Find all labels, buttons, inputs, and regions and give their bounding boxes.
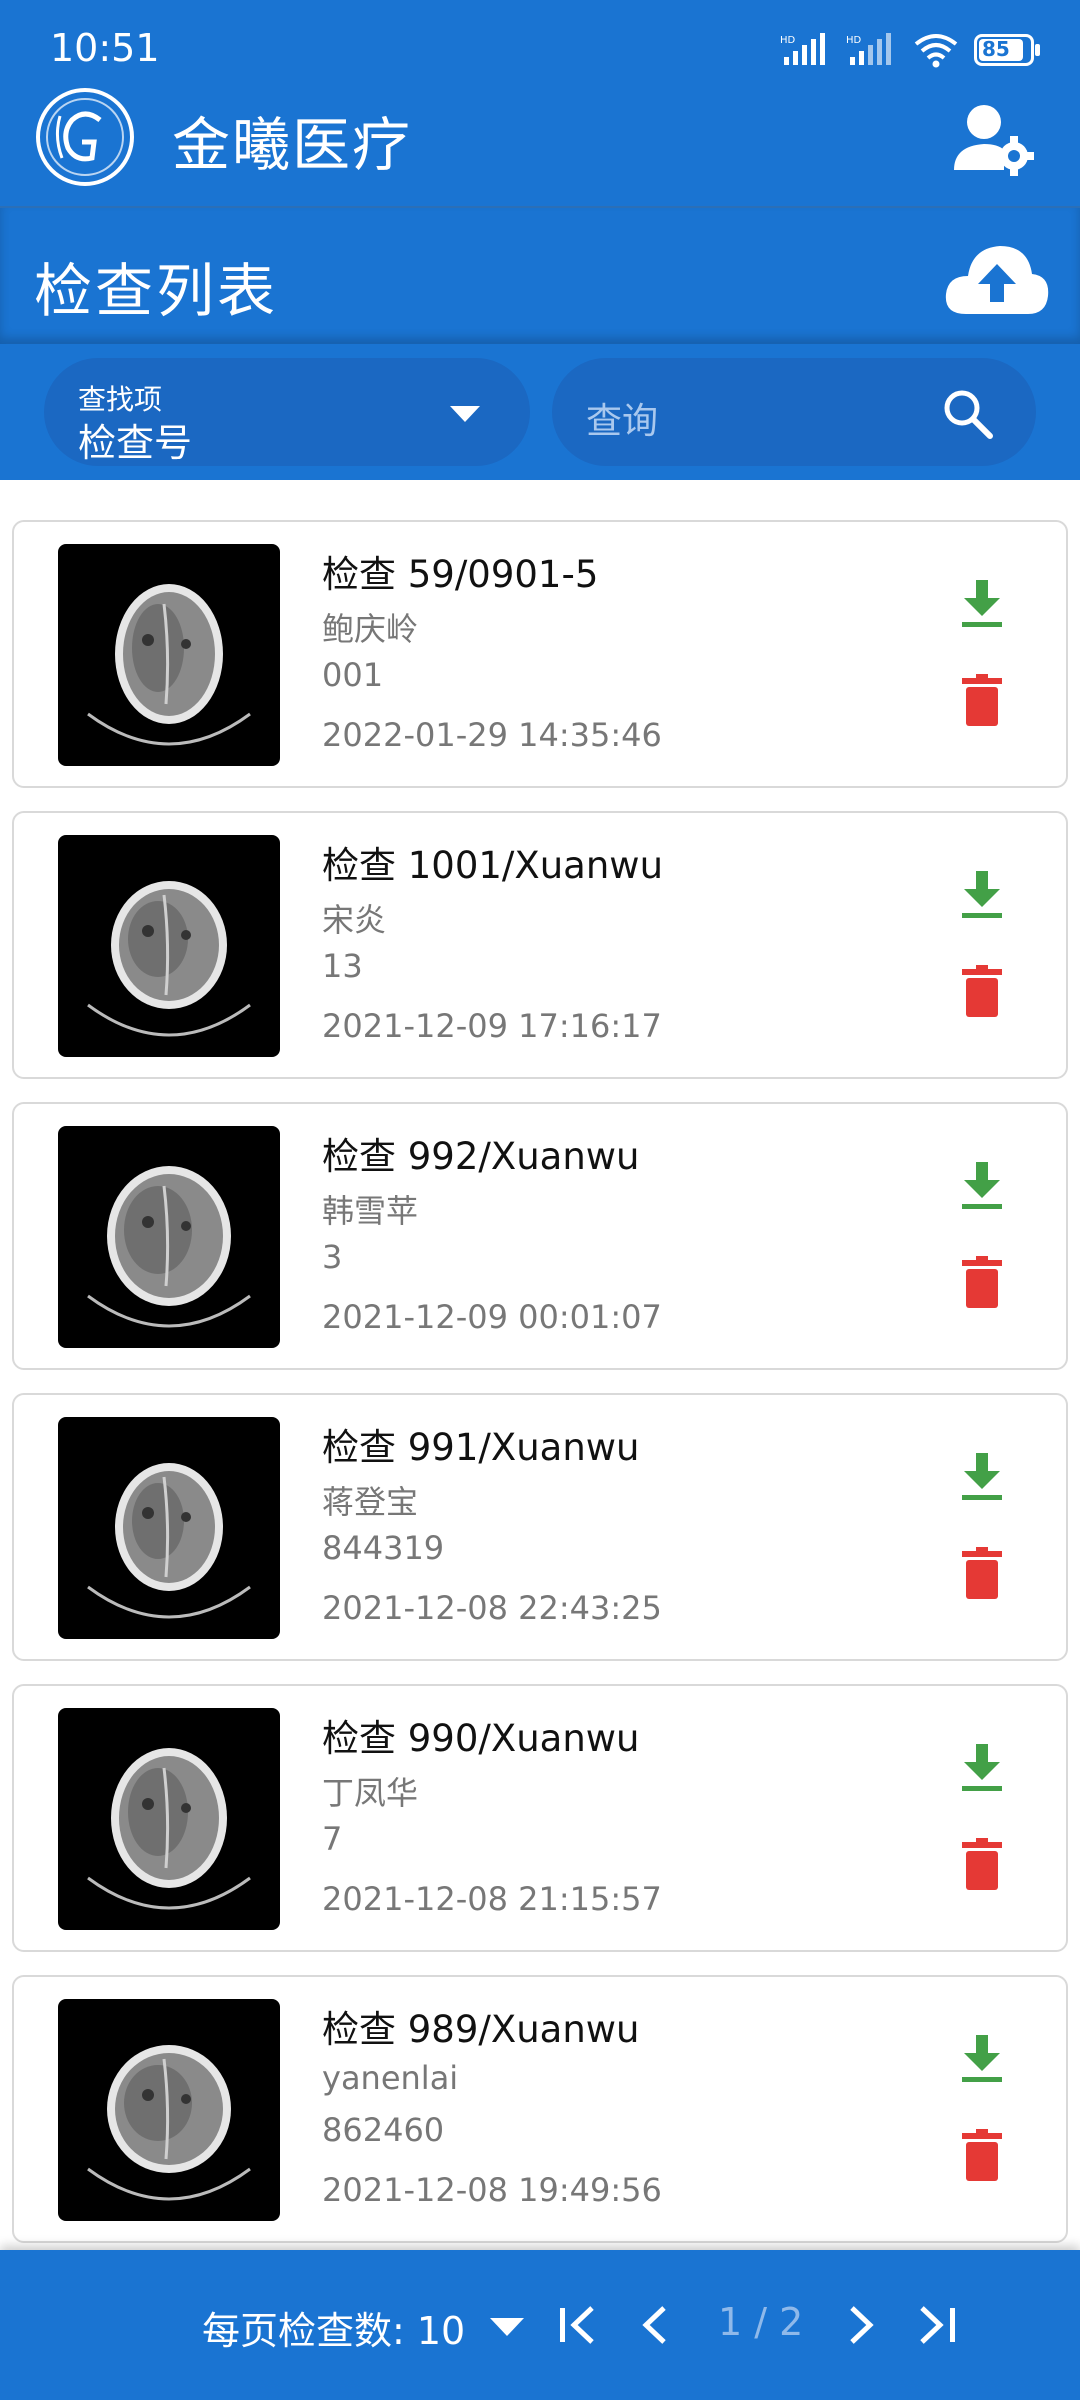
svg-text:HD: HD — [780, 35, 796, 46]
prev-page-icon[interactable] — [636, 2302, 676, 2348]
battery-icon: 85 — [974, 34, 1040, 66]
exam-datetime: 2021-12-08 21:15:57 — [322, 1880, 662, 1918]
download-icon[interactable] — [960, 2033, 1004, 2085]
page-title: 检查列表 — [34, 257, 279, 325]
download-icon[interactable] — [960, 1451, 1004, 1503]
status-icons: HD HD 85 — [780, 30, 1040, 70]
delete-icon[interactable] — [962, 2129, 1002, 2181]
user-settings-icon[interactable] — [954, 102, 1036, 178]
chevron-down-icon[interactable] — [490, 2318, 524, 2336]
exam-title: 检查 992/Xuanwu — [322, 1135, 640, 1178]
exam-title: 检查 989/Xuanwu — [322, 2008, 640, 2051]
patient-name: yanenlai — [322, 2059, 459, 2097]
patient-name: 韩雪苹 — [322, 1192, 419, 1230]
status-bar: 10:51 HD HD 85 — [0, 0, 1080, 90]
exam-number: 3 — [322, 1238, 343, 1276]
search-input[interactable]: 查询 — [552, 358, 1036, 466]
patient-name: 鲍庆岭 — [322, 610, 419, 648]
exam-number: 13 — [322, 947, 363, 985]
exam-datetime: 2021-12-08 22:43:25 — [322, 1589, 662, 1627]
exam-datetime: 2021-12-09 17:16:17 — [322, 1007, 662, 1045]
exam-title: 检查 991/Xuanwu — [322, 1426, 640, 1469]
ct-scan-image — [87, 584, 251, 746]
download-icon[interactable] — [960, 1742, 1004, 1794]
svg-text:HD: HD — [846, 35, 862, 46]
exam-datetime: 2021-12-09 00:01:07 — [322, 1298, 662, 1336]
exam-list: 检查 59/0901-5 鲍庆岭 001 2022-01-29 14:35:46 检查 … — [0, 480, 1080, 2250]
exam-card[interactable]: 检查 992/Xuanwu 韩雪苹 3 2021-12-09 00:01:07 — [12, 1102, 1068, 1370]
delete-icon[interactable] — [962, 674, 1002, 726]
exam-card[interactable]: 检查 1001/Xuanwu 宋炎 13 2021-12-09 17:16:17 — [12, 811, 1068, 1079]
delete-icon[interactable] — [962, 965, 1002, 1017]
search-placeholder: 查询 — [586, 401, 659, 442]
ct-scan-image — [87, 1748, 251, 1910]
delete-icon[interactable] — [962, 1256, 1002, 1308]
app-bar: 金曦医疗 — [0, 86, 1080, 206]
dropdown-caret-icon — [450, 406, 480, 422]
exam-card[interactable]: 检查 991/Xuanwu 蒋登宝 844319 2021-12-08 22:43:2… — [12, 1393, 1068, 1661]
download-icon[interactable] — [960, 869, 1004, 921]
ct-scan-thumbnail[interactable] — [58, 1999, 280, 2221]
ct-scan-image — [87, 1166, 251, 1328]
top-bar: 10:51 HD HD 85 金曦医疗 — [0, 0, 1080, 206]
exam-datetime: 2021-12-08 19:49:56 — [322, 2171, 662, 2209]
exam-number: 001 — [322, 656, 384, 694]
exam-number: 7 — [322, 1820, 343, 1858]
patient-name: 蒋登宝 — [322, 1483, 419, 1521]
ct-scan-thumbnail[interactable] — [58, 1417, 280, 1639]
ct-scan-thumbnail[interactable] — [58, 1708, 280, 1930]
exam-number: 862460 — [322, 2111, 445, 2149]
patient-name: 宋炎 — [322, 901, 387, 939]
ct-scan-thumbnail[interactable] — [58, 835, 280, 1057]
exam-title: 检查 1001/Xuanwu — [322, 844, 664, 887]
exam-number: 844319 — [322, 1529, 445, 1567]
patient-name: 丁凤华 — [322, 1774, 419, 1812]
per-page-label[interactable]: 每页检查数: 10 — [202, 2300, 465, 2355]
first-page-icon[interactable] — [556, 2302, 602, 2348]
page-indicator: 1 / 2 — [718, 2300, 804, 2344]
download-icon[interactable] — [960, 578, 1004, 630]
exam-datetime: 2022-01-29 14:35:46 — [322, 716, 662, 754]
battery-level: 85 — [982, 37, 1010, 61]
ct-scan-image — [87, 2045, 251, 2201]
ct-scan-thumbnail[interactable] — [58, 544, 280, 766]
status-time: 10:51 — [50, 26, 160, 70]
delete-icon[interactable] — [962, 1547, 1002, 1599]
pagination-bar: 每页检查数: 10 1 / 2 — [0, 2250, 1080, 2400]
ct-scan-image — [87, 1463, 251, 1619]
last-page-icon[interactable] — [914, 2302, 960, 2348]
search-icon[interactable] — [942, 388, 994, 440]
ct-scan-thumbnail[interactable] — [58, 1126, 280, 1348]
exam-title: 检查 990/Xuanwu — [322, 1717, 640, 1760]
ct-scan-image — [87, 881, 251, 1037]
next-page-icon[interactable] — [840, 2302, 880, 2348]
logo-icon — [36, 88, 134, 186]
exam-title: 检查 59/0901-5 — [322, 553, 599, 596]
cloud-upload-icon[interactable] — [944, 238, 1050, 320]
exam-card[interactable]: 检查 989/Xuanwu yanenlai 862460 2021-12-08 19… — [12, 1975, 1068, 2243]
delete-icon[interactable] — [962, 1838, 1002, 1890]
download-icon[interactable] — [960, 1160, 1004, 1212]
filter-bar: 查找项 检查号 查询 — [0, 344, 1080, 480]
list-header: 检查列表 — [0, 206, 1080, 344]
search-field-select[interactable]: 查找项 检查号 — [44, 358, 530, 466]
signal-icon: HD — [780, 33, 825, 65]
wifi-icon — [914, 34, 958, 68]
search-field-value: 检查号 — [78, 421, 193, 465]
exam-card[interactable]: 检查 59/0901-5 鲍庆岭 001 2022-01-29 14:35:46 — [12, 520, 1068, 788]
app-title: 金曦医疗 — [172, 111, 413, 179]
app-screen: 10:51 HD HD 85 金曦医疗 检查列表 查找项 检查号 查询 检查 5… — [0, 0, 1080, 2400]
signal-icon-2: HD — [846, 33, 891, 65]
exam-card[interactable]: 检查 990/Xuanwu 丁凤华 7 2021-12-08 21:15:57 — [12, 1684, 1068, 1952]
